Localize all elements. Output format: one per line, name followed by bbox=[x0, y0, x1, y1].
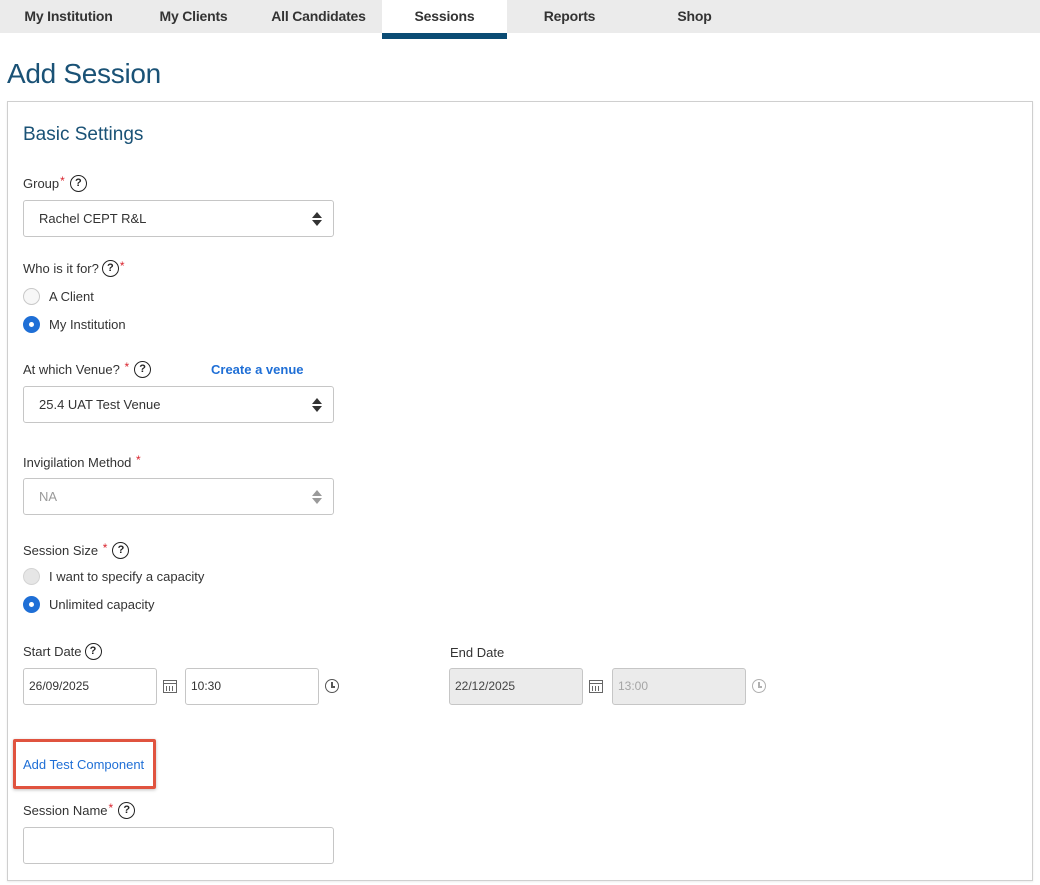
top-nav: My Institution My Clients All Candidates… bbox=[0, 0, 1040, 39]
end-time-input: 13:00 bbox=[612, 668, 746, 705]
invigilation-select: NA bbox=[23, 478, 334, 515]
group-label-text: Group bbox=[23, 176, 60, 191]
clock-icon bbox=[752, 679, 766, 693]
start-date-label: Start Date? bbox=[23, 643, 102, 660]
select-arrows-icon bbox=[312, 489, 322, 505]
session-name-input[interactable] bbox=[23, 827, 334, 864]
who-for-label-text: Who is it for? bbox=[23, 261, 99, 276]
venue-select[interactable]: 25.4 UAT Test Venue bbox=[23, 386, 334, 423]
session-size-label-text: Session Size bbox=[23, 543, 99, 558]
end-date-label: End Date bbox=[450, 645, 504, 660]
help-icon[interactable]: ? bbox=[84, 643, 102, 660]
required-marker: * bbox=[136, 452, 141, 467]
help-icon[interactable]: ? bbox=[69, 175, 87, 192]
help-icon[interactable]: ? bbox=[118, 802, 136, 819]
session-name-label: Session Name *? bbox=[23, 800, 136, 819]
end-date-label-text: End Date bbox=[450, 645, 505, 660]
help-icon[interactable]: ? bbox=[101, 260, 119, 277]
radio-label: A Client bbox=[49, 289, 94, 304]
tab-my-clients[interactable]: My Clients bbox=[131, 0, 256, 33]
end-date-input: 22/12/2025 bbox=[449, 668, 583, 705]
venue-label-text: At which Venue? bbox=[23, 362, 120, 377]
venue-label: At which Venue? *? bbox=[23, 359, 152, 378]
radio-label: Unlimited capacity bbox=[49, 597, 155, 612]
start-date-label-text: Start Date bbox=[23, 644, 82, 659]
radio-button[interactable] bbox=[23, 596, 40, 613]
start-date-input[interactable]: 26/09/2025 bbox=[23, 668, 157, 705]
help-icon[interactable]: ? bbox=[134, 361, 152, 378]
group-select-value: Rachel CEPT R&L bbox=[39, 211, 147, 226]
radio-button[interactable] bbox=[23, 288, 40, 305]
session-name-label-text: Session Name bbox=[23, 803, 108, 818]
tab-reports[interactable]: Reports bbox=[507, 0, 632, 33]
invigilation-select-value: NA bbox=[39, 489, 58, 504]
required-marker: * bbox=[60, 173, 65, 188]
page-title: Add Session bbox=[7, 58, 161, 89]
radio-specify-capacity[interactable]: I want to specify a capacity bbox=[23, 568, 204, 585]
start-time-input[interactable]: 10:30 bbox=[185, 668, 319, 705]
select-arrows-icon bbox=[312, 397, 322, 413]
group-label: Group *? bbox=[23, 173, 87, 192]
radio-unlimited-capacity[interactable]: Unlimited capacity bbox=[23, 596, 155, 613]
radio-label: I want to specify a capacity bbox=[49, 569, 205, 584]
calendar-icon bbox=[589, 680, 603, 693]
invigilation-label-text: Invigilation Method bbox=[23, 455, 132, 470]
who-for-label: Who is it for?? * bbox=[23, 258, 127, 277]
tab-all-candidates[interactable]: All Candidates bbox=[256, 0, 381, 33]
radio-button[interactable] bbox=[23, 316, 40, 333]
add-test-component-link[interactable]: Add Test Component bbox=[23, 757, 144, 772]
session-size-label: Session Size *? bbox=[23, 540, 130, 559]
clock-icon[interactable] bbox=[325, 679, 339, 693]
tab-my-institution[interactable]: My Institution bbox=[6, 0, 131, 33]
section-title: Basic Settings bbox=[23, 124, 144, 145]
invigilation-label: Invigilation Method * bbox=[23, 452, 143, 471]
tab-shop[interactable]: Shop bbox=[632, 0, 757, 33]
radio-label: My Institution bbox=[49, 317, 126, 332]
required-marker: * bbox=[102, 540, 108, 555]
radio-my-institution[interactable]: My Institution bbox=[23, 316, 126, 333]
help-icon[interactable]: ? bbox=[112, 542, 130, 559]
group-select[interactable]: Rachel CEPT R&L bbox=[23, 200, 334, 237]
required-marker: * bbox=[108, 800, 114, 815]
radio-button[interactable] bbox=[23, 568, 40, 585]
venue-select-value: 25.4 UAT Test Venue bbox=[39, 397, 161, 412]
select-arrows-icon bbox=[312, 211, 322, 227]
required-marker: * bbox=[124, 359, 130, 374]
create-venue-link[interactable]: Create a venue bbox=[211, 362, 304, 377]
calendar-icon[interactable] bbox=[163, 680, 177, 693]
tab-sessions[interactable]: Sessions bbox=[382, 0, 507, 39]
required-marker: * bbox=[119, 258, 125, 273]
radio-a-client[interactable]: A Client bbox=[23, 288, 94, 305]
